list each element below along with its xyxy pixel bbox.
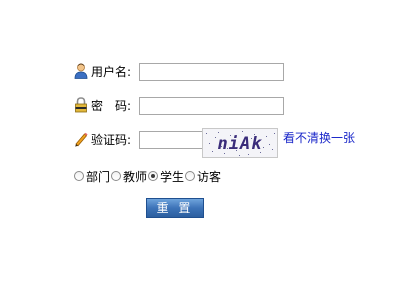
role-radio[interactable] (74, 171, 84, 181)
role-label: 访客 (197, 170, 222, 184)
role-option-department[interactable]: 部门 (74, 169, 110, 185)
role-label: 学生 (160, 170, 185, 184)
role-label: 部门 (86, 170, 111, 184)
password-input[interactable] (139, 97, 284, 115)
role-radio-group: 部门 教师 学生 访客 (74, 169, 222, 185)
role-option-teacher[interactable]: 教师 (111, 169, 147, 185)
role-label: 教师 (123, 170, 148, 184)
refresh-captcha-link[interactable]: 看不清换一张 (283, 131, 355, 145)
lock-icon (74, 97, 88, 113)
reset-button[interactable]: 重 置 (146, 198, 204, 218)
role-option-student[interactable]: 学生 (148, 169, 184, 185)
user-icon (74, 63, 88, 79)
pencil-icon (74, 131, 88, 147)
role-option-visitor[interactable]: 访客 (185, 169, 221, 185)
username-label: 用户名: (91, 65, 132, 79)
captcha-input[interactable] (139, 131, 204, 149)
password-label: 密 码: (91, 99, 132, 113)
captcha-label: 验证码: (91, 133, 132, 147)
role-radio[interactable] (185, 171, 196, 181)
role-radio-selected[interactable] (148, 171, 159, 181)
captcha-image[interactable]: niAk (202, 128, 278, 158)
username-input[interactable] (139, 63, 284, 81)
captcha-text: niAk (218, 134, 263, 154)
role-radio[interactable] (111, 171, 122, 181)
